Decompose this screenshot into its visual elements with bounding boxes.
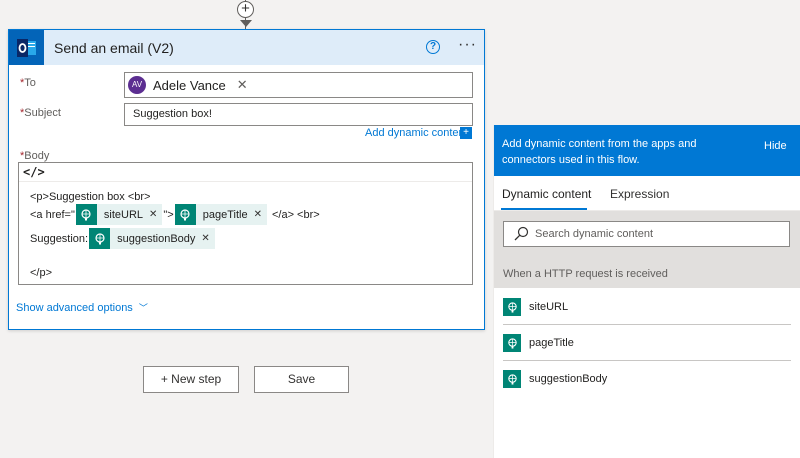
http-trigger-icon: [503, 334, 521, 352]
http-trigger-icon: [174, 204, 196, 225]
search-box[interactable]: [503, 221, 790, 247]
panel-header: Add dynamic content from the apps and co…: [494, 125, 800, 176]
http-trigger-icon: [503, 298, 521, 316]
token-label: suggestionBody: [117, 232, 196, 245]
body-line: Suggestion: suggestionBody ✕: [30, 228, 216, 249]
http-trigger-icon: [89, 228, 111, 249]
body-text: Suggestion:: [30, 232, 89, 245]
search-area: When a HTTP request is received: [494, 211, 800, 288]
to-label: *To: [20, 77, 36, 89]
recipient-name: Adele Vance: [153, 77, 226, 93]
active-tab-indicator: [501, 208, 587, 210]
body-line: <a href=" siteURL ✕ "> pageTitle ✕ </a> …: [30, 204, 320, 225]
body-text: ">: [163, 208, 174, 221]
dynamic-item-suggestionbody[interactable]: suggestionBody: [503, 361, 791, 397]
arrow-down-icon: [240, 20, 252, 27]
outlook-icon: [9, 30, 44, 65]
body-line: </p>: [30, 267, 52, 279]
tab-expression[interactable]: Expression: [610, 187, 669, 201]
to-field[interactable]: AV Adele Vance ✕: [124, 72, 473, 98]
chevron-down-icon: ﹀: [138, 303, 148, 313]
avatar: AV: [128, 76, 146, 94]
add-dynamic-content-icon[interactable]: +: [460, 127, 472, 139]
body-editor[interactable]: </> <p>Suggestion box <br> <a href=" sit…: [18, 162, 473, 285]
body-label: *Body: [20, 150, 50, 162]
body-text: <a href=": [30, 208, 75, 221]
remove-token-icon[interactable]: ✕: [149, 209, 162, 220]
save-button[interactable]: Save: [254, 366, 349, 393]
token-siteurl[interactable]: siteURL ✕: [75, 204, 163, 225]
subject-label: *Subject: [20, 107, 61, 119]
token-pagetitle[interactable]: pageTitle ✕: [174, 204, 267, 225]
remove-recipient-icon[interactable]: ✕: [237, 77, 248, 93]
hide-panel-button[interactable]: Hide: [764, 138, 787, 154]
recipient-chip: AV Adele Vance ✕: [128, 75, 248, 95]
toolbar-divider: [19, 181, 472, 182]
token-suggestionbody[interactable]: suggestionBody ✕: [89, 228, 215, 249]
token-label: pageTitle: [202, 208, 248, 221]
body-text: <p>Suggestion box <br>: [30, 191, 151, 203]
body-text: </a> <br>: [271, 208, 320, 221]
show-advanced-options-link[interactable]: Show advanced options ﹀: [16, 301, 148, 314]
dynamic-item-pagetitle[interactable]: pageTitle: [503, 325, 791, 361]
panel-description: Add dynamic content from the apps and co…: [502, 138, 697, 166]
code-view-toggle[interactable]: </>: [23, 165, 45, 179]
send-email-action-card: Send an email (V2) ? ··· *To AV Adele Va…: [8, 29, 485, 330]
tab-dynamic-content[interactable]: Dynamic content: [502, 187, 591, 201]
dynamic-item-label: suggestionBody: [529, 373, 608, 385]
subject-input[interactable]: Suggestion box!: [124, 103, 473, 126]
advanced-label: Show advanced options: [16, 301, 133, 314]
search-input[interactable]: [535, 226, 785, 242]
http-trigger-icon: [503, 370, 521, 388]
insert-step-button[interactable]: +: [237, 1, 254, 18]
http-trigger-icon: [75, 204, 97, 225]
dynamic-content-panel: Add dynamic content from the apps and co…: [493, 125, 800, 458]
dynamic-item-label: pageTitle: [529, 337, 574, 349]
card-header[interactable]: Send an email (V2) ? ···: [9, 30, 484, 65]
panel-tabs: Dynamic content Expression: [494, 176, 800, 211]
trigger-section-label: When a HTTP request is received: [503, 268, 668, 280]
dynamic-item-siteurl[interactable]: siteURL: [503, 289, 791, 325]
body-text: </p>: [30, 267, 53, 279]
remove-token-icon[interactable]: ✕: [201, 233, 214, 244]
more-options-icon[interactable]: ···: [458, 36, 477, 54]
help-icon[interactable]: ?: [426, 40, 440, 54]
dynamic-item-label: siteURL: [529, 301, 569, 313]
new-step-button[interactable]: + New step: [143, 366, 239, 393]
body-line: <p>Suggestion box <br>: [30, 191, 150, 203]
remove-token-icon[interactable]: ✕: [254, 209, 267, 220]
add-dynamic-content-link[interactable]: Add dynamic content: [365, 127, 468, 139]
card-title: Send an email (V2): [54, 39, 174, 56]
search-icon: [513, 226, 529, 245]
token-label: siteURL: [103, 208, 144, 221]
